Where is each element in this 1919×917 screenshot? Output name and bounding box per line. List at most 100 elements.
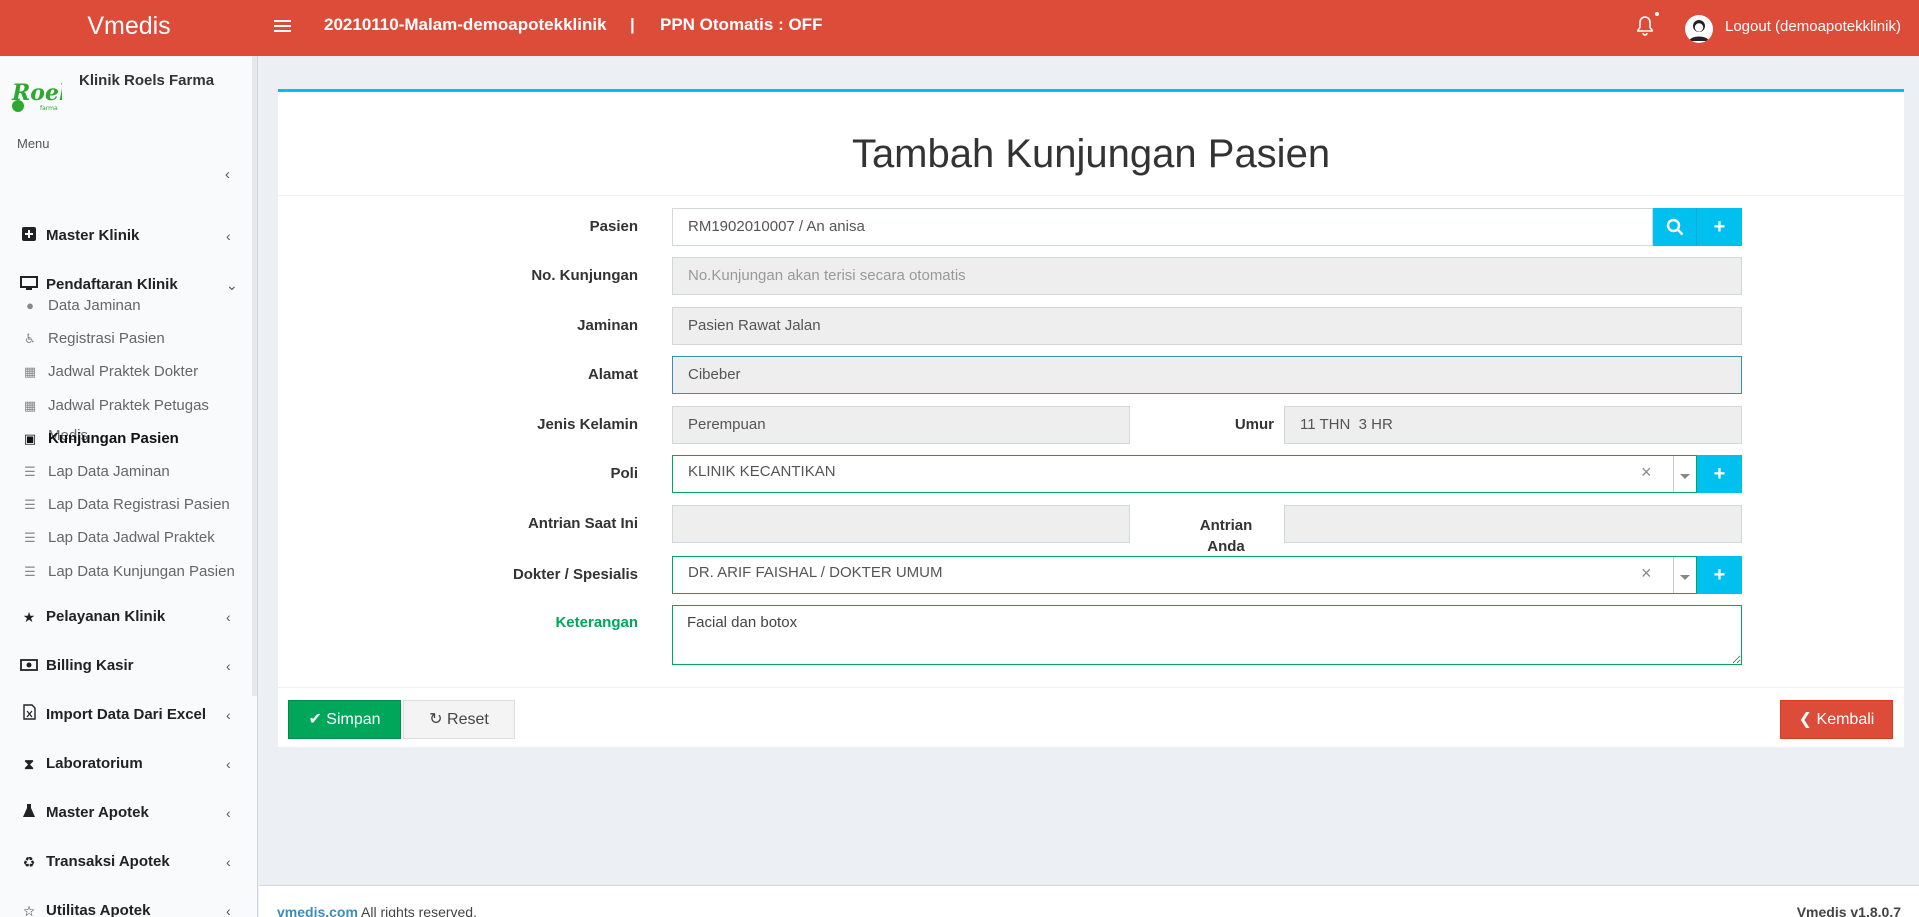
antrian-saat-ini-field[interactable]	[672, 505, 1130, 543]
chevron-left-icon: ‹	[226, 228, 231, 244]
star-outline-icon: ☆	[22, 903, 36, 917]
hourglass-icon: ⧗	[24, 756, 34, 772]
sidebar-subitem-label: Lap Data Jadwal Praktek	[48, 529, 215, 546]
session-name: 20210110-Malam-demoapotekklinik	[324, 15, 607, 34]
sidebar-subitem-lap-data-kunjungan-pasien[interactable]: ☰ Lap Data Kunjungan Pasien	[0, 557, 252, 587]
add-poli-button[interactable]: +	[1697, 455, 1742, 493]
sidebar-item-transaksi-apotek[interactable]: ♻ Transaksi Apotek ‹	[0, 842, 252, 882]
sidebar-subitem-data-jaminan[interactable]: ● Data Jaminan	[0, 291, 252, 321]
no-kunjungan-field[interactable]: No.Kunjungan akan terisi secara otomatis	[672, 257, 1742, 295]
reset-button[interactable]: ↻ Reset	[403, 700, 515, 739]
header-separator: |	[630, 15, 635, 34]
wheelchair-icon: ♿	[24, 331, 36, 346]
back-button[interactable]: ❮ Kembali	[1780, 700, 1893, 739]
dokter-label: Dokter / Spesialis	[512, 566, 638, 583]
sidebar-subitem-jadwal-praktek-petugas-medis[interactable]: ▦ Jadwal Praktek Petugas Medis	[0, 391, 252, 444]
sidebar-subitem-lap-data-jadwal-praktek[interactable]: ☰ Lap Data Jadwal Praktek	[0, 523, 252, 553]
jaminan-label: Jaminan	[577, 317, 638, 334]
chevron-left-icon: ‹	[226, 707, 231, 723]
dokter-select[interactable]: DR. ARIF FAISHAL / DOKTER UMUM	[672, 556, 1697, 594]
list-icon: ☰	[24, 497, 36, 512]
sidebar-item-master-klinik[interactable]: Master Klinik ‹	[0, 216, 252, 256]
user-avatar-icon[interactable]	[1685, 15, 1713, 43]
plus-icon: +	[1713, 463, 1726, 485]
sidebar-subitem-kunjungan-pasien[interactable]: ▣ Kunjungan Pasien	[0, 424, 252, 454]
form-panel: Tambah Kunjungan Pasien Pasien RM1902010…	[278, 89, 1904, 747]
divider	[278, 687, 1904, 688]
jenis-kelamin-field[interactable]: Perempuan	[672, 406, 1130, 444]
footer-link[interactable]: vmedis.com	[277, 904, 358, 917]
pasien-input[interactable]: RM1902010007 / An anisa	[672, 208, 1653, 246]
sidebar-subitem-jadwal-praktek-dokter[interactable]: ▦ Jadwal Praktek Dokter	[0, 357, 252, 387]
hamburger-menu-icon[interactable]	[274, 17, 291, 34]
top-navbar: Vmedis 20210110-Malam-demoapotekklinik |…	[0, 0, 1919, 56]
flask-icon	[20, 793, 38, 833]
no-kunjungan-label: No. Kunjungan	[531, 267, 638, 284]
sidebar-subitem-label: Registrasi Pasien	[48, 330, 165, 347]
sidebar-item-utilitas-apotek[interactable]: ☆ Utilitas Apotek ‹	[0, 891, 252, 917]
search-icon	[1666, 218, 1683, 236]
sidebar-item-master-apotek[interactable]: Master Apotek ‹	[0, 793, 252, 833]
poli-selected-value: KLINIK KECANTIKAN	[688, 463, 836, 480]
sidebar-item-label: Transaksi Apotek	[46, 853, 170, 870]
sidebar-item-import-data-dari-excel[interactable]: Import Data Dari Excel ‹	[0, 695, 252, 735]
umur-label: Umur	[1234, 416, 1274, 433]
sidebar-subitem-lap-data-jaminan[interactable]: ☰ Lap Data Jaminan	[0, 457, 252, 487]
sidebar: Roel'sfarma Klinik Roels Farma Menu ‹ Ma…	[0, 56, 258, 917]
sidebar-scrollbar[interactable]	[252, 56, 257, 696]
sidebar-item-label: Pelayanan Klinik	[46, 608, 166, 625]
sidebar-subitem-registrasi-pasien[interactable]: ♿ Registrasi Pasien	[0, 324, 252, 354]
poli-clear-icon[interactable]: ×	[1641, 462, 1652, 483]
notification-dot	[1655, 12, 1659, 16]
chevron-left-icon: ‹	[226, 854, 231, 870]
keterangan-label: Keterangan	[555, 614, 638, 631]
sidebar-item-label: Import Data Dari Excel	[46, 706, 207, 723]
save-button[interactable]: ✔ Simpan	[288, 700, 401, 739]
chevron-left-icon: ‹	[226, 658, 231, 674]
reset-button-label: Reset	[447, 711, 489, 728]
bell-icon[interactable]	[1635, 15, 1655, 37]
brand-logo[interactable]: Vmedis	[0, 0, 258, 56]
sidebar-item-label: Utilitas Apotek	[46, 902, 151, 917]
plus-square-icon	[20, 216, 38, 256]
ppn-status[interactable]: PPN Otomatis : OFF	[660, 0, 822, 50]
sidebar-item-label: Billing Kasir	[46, 657, 134, 674]
info-circle-icon: ●	[26, 298, 34, 313]
back-button-label: Kembali	[1816, 711, 1875, 728]
add-patient-button[interactable]: +	[1697, 208, 1742, 246]
sidebar-subitem-lap-data-registrasi-pasien[interactable]: ☰ Lap Data Registrasi Pasien	[0, 490, 252, 520]
list-icon: ☰	[24, 530, 36, 545]
sidebar-subitem-label: Lap Data Kunjungan Pasien	[48, 563, 235, 580]
sidebar-subitem-label: Jadwal Praktek Dokter	[48, 363, 199, 380]
list-icon: ☰	[24, 564, 36, 579]
dokter-clear-icon[interactable]: ×	[1641, 563, 1652, 584]
chevron-left-icon: ‹	[226, 609, 231, 625]
alamat-field[interactable]: Cibeber	[672, 356, 1742, 394]
keterangan-textarea[interactable]: Facial dan botox	[672, 605, 1742, 665]
logout-link[interactable]: Logout (demoapotekklinik)	[1725, 0, 1901, 54]
antrian-anda-label-line1: Antrian	[1199, 517, 1253, 534]
antrian-anda-label-line2: Anda	[1207, 538, 1245, 555]
plus-icon: +	[1713, 564, 1726, 586]
save-button-label: Simpan	[326, 711, 381, 728]
antrian-saat-ini-label: Antrian Saat Ini	[527, 515, 638, 532]
sidebar-item-laboratorium[interactable]: ⧗ Laboratorium ‹	[0, 744, 252, 784]
sidebar-item-billing-kasir[interactable]: Billing Kasir ‹	[0, 646, 252, 686]
sidebar-subitem-label: Lap Data Jaminan	[48, 463, 170, 480]
page-title: Tambah Kunjungan Pasien	[851, 132, 1331, 176]
calendar-icon: ▦	[23, 364, 37, 379]
jaminan-field[interactable]: Pasien Rawat Jalan	[672, 307, 1742, 345]
sidebar-item-pelayanan-klinik[interactable]: ★ Pelayanan Klinik ‹	[0, 597, 252, 637]
roels-logo: Roel'sfarma	[10, 70, 86, 114]
antrian-anda-field[interactable]	[1284, 505, 1742, 543]
money-icon	[20, 646, 38, 686]
divider	[1673, 557, 1674, 593]
poli-select[interactable]: KLINIK KECANTIKAN	[672, 455, 1697, 493]
chevron-left-icon[interactable]: ‹	[225, 166, 230, 183]
add-dokter-button[interactable]: +	[1697, 556, 1742, 594]
caret-down-icon[interactable]	[1680, 474, 1690, 479]
caret-down-icon[interactable]	[1680, 575, 1690, 580]
umur-field[interactable]: 11 THN 3 HR	[1284, 406, 1742, 444]
alamat-label: Alamat	[587, 366, 638, 383]
search-patient-button[interactable]	[1653, 208, 1697, 246]
